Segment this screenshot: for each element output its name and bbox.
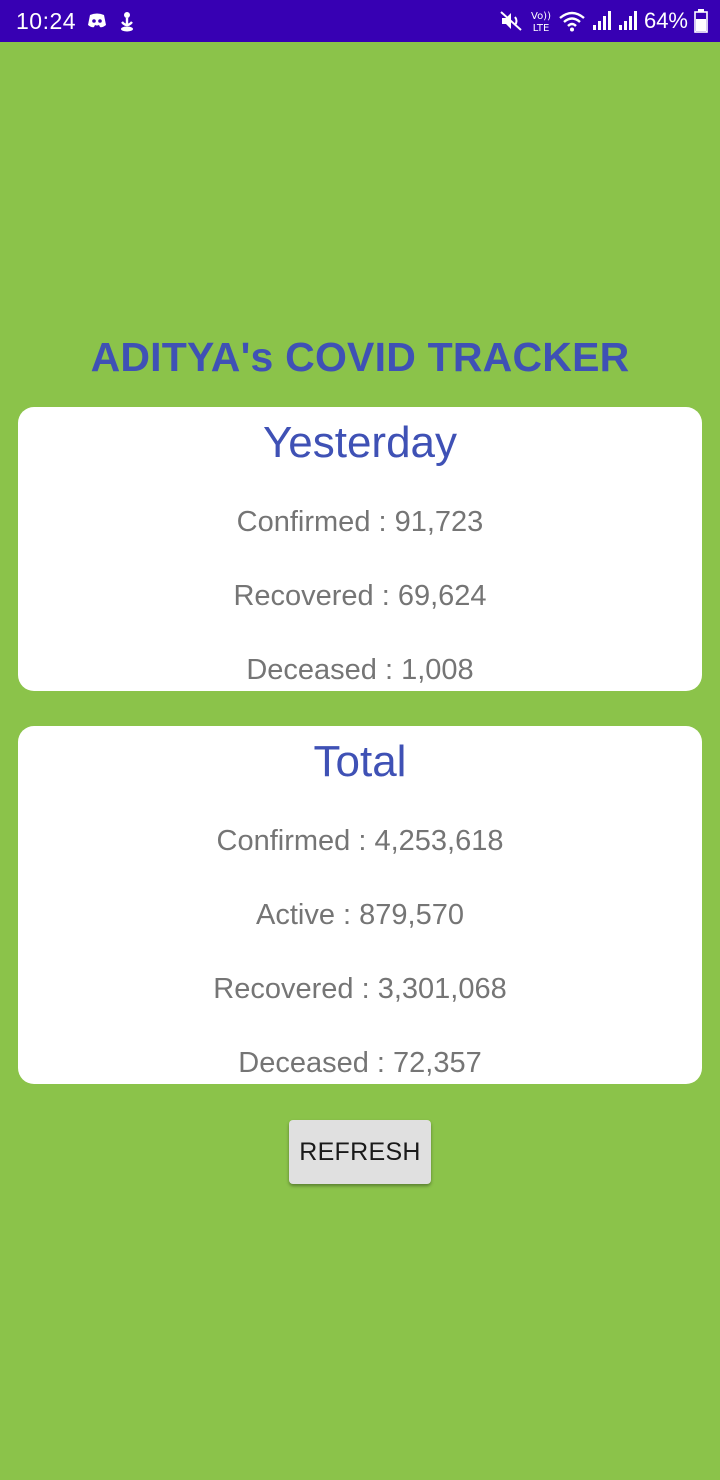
total-card: Total Confirmed : 4,253,618 Active : 879… [18,726,702,1084]
svg-text:Vo)): Vo)) [531,11,551,22]
notification-icon [118,10,136,32]
total-active: Active : 879,570 [256,899,464,931]
signal-icon [592,10,612,32]
total-deceased: Deceased : 72,357 [238,1047,482,1079]
volte-icon: Vo)) LTE [530,9,552,33]
yesterday-card: Yesterday Confirmed : 91,723 Recovered :… [18,407,702,691]
total-heading: Total [313,737,407,786]
status-left: 10:24 [16,8,136,35]
status-right: Vo)) LTE 64% [494,8,708,34]
refresh-button[interactable]: REFRESH [289,1120,431,1184]
status-time: 10:24 [16,7,77,34]
wifi-icon [558,10,586,32]
yesterday-heading: Yesterday [262,418,458,467]
discord-icon [86,12,108,30]
total-recovered: Recovered : 3,301,068 [213,973,507,1005]
battery-percentage: 64% [643,8,688,33]
yesterday-recovered: Recovered : 69,624 [233,580,487,612]
yesterday-deceased: Deceased : 1,008 [246,654,474,686]
mute-icon [500,10,524,32]
battery-icon [694,9,708,33]
status-bar: 10:24 Vo)) LTE 64% [0,0,720,42]
app-title: ADITYA's COVID TRACKER [90,334,630,380]
svg-text:LTE: LTE [533,23,550,33]
yesterday-confirmed: Confirmed : 91,723 [236,506,484,538]
signal-icon [618,10,638,32]
total-confirmed: Confirmed : 4,253,618 [216,825,504,857]
